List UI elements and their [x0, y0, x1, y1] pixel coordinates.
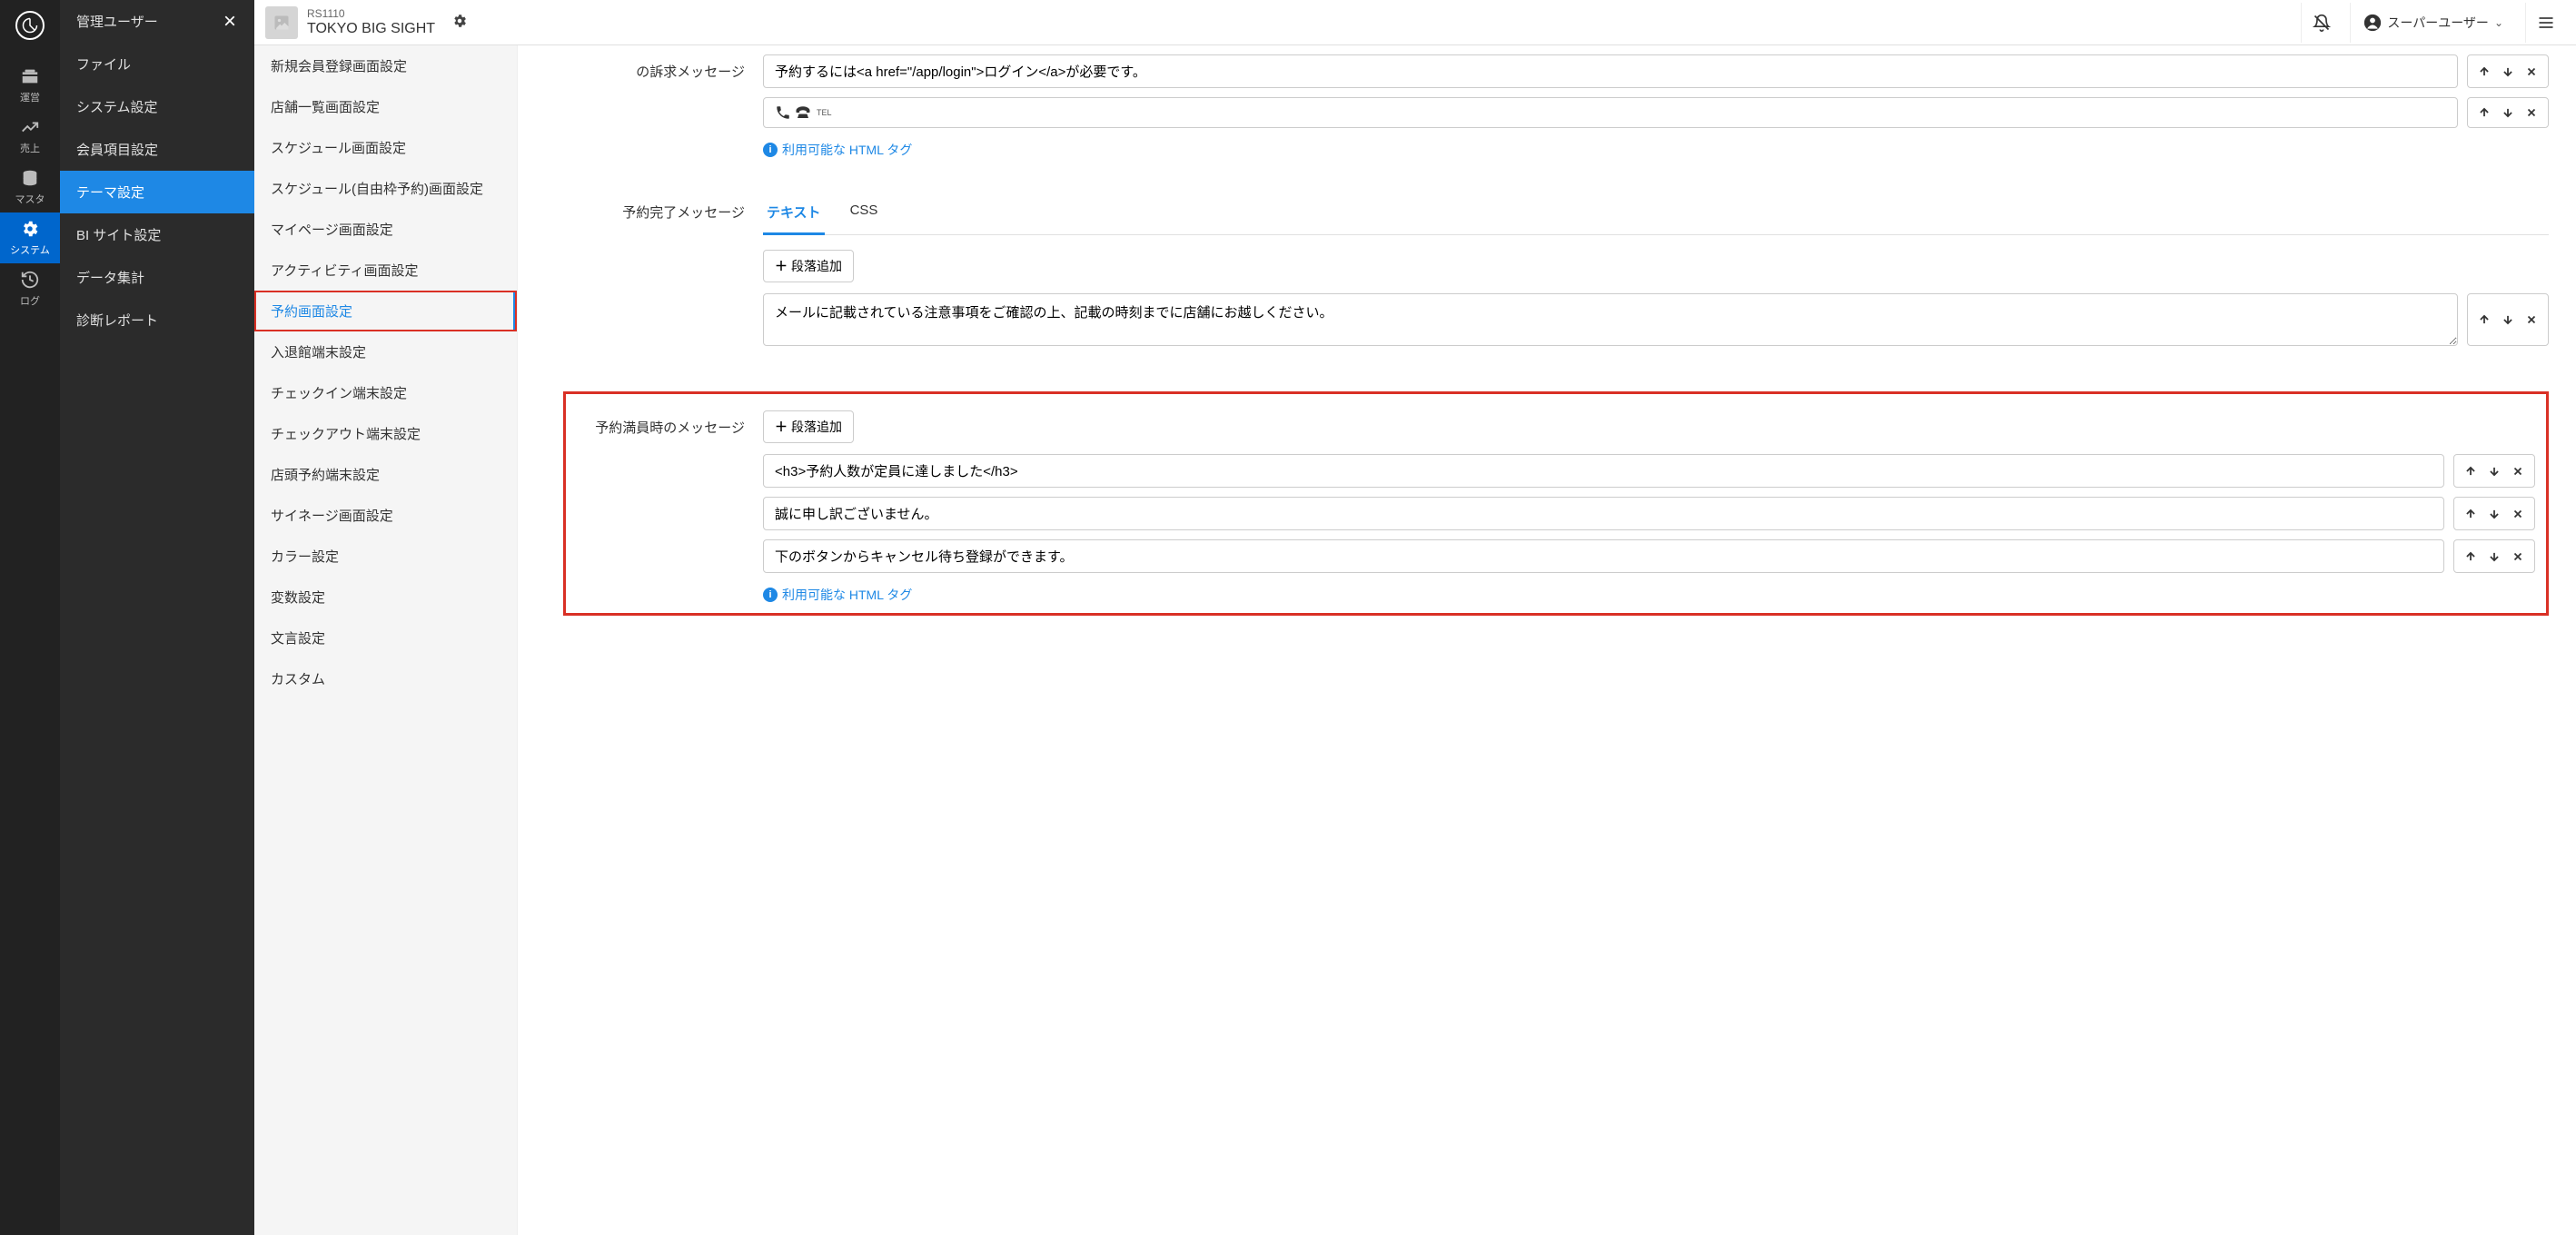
move-down-button[interactable] — [2497, 62, 2519, 82]
nav-master-label: マスタ — [15, 192, 45, 206]
main-content: の訴求メッセージ — [518, 0, 2576, 1235]
tertiary-sidebar: 新規会員登録画面設定 店舗一覧画面設定 スケジュール画面設定 スケジュール(自由… — [254, 0, 518, 1235]
info-icon: i — [763, 588, 778, 602]
sidebar-item-bi-site[interactable]: BI サイト設定 — [60, 213, 254, 256]
move-up-button[interactable] — [2460, 461, 2482, 481]
html-tags-help-link[interactable]: i 利用可能な HTML タグ — [763, 586, 912, 604]
add-paragraph-button[interactable]: ＋ 段落追加 — [763, 250, 854, 282]
hamburger-menu-icon[interactable] — [2525, 3, 2565, 43]
menu-entry-exit-terminal[interactable]: 入退館端末設定 — [254, 331, 517, 372]
nav-sales[interactable]: 売上 — [0, 111, 60, 162]
delete-button[interactable] — [2521, 62, 2542, 82]
notifications-off-icon[interactable] — [2301, 3, 2341, 43]
sidebar-item-data-aggregation[interactable]: データ集計 — [60, 256, 254, 299]
nav-log[interactable]: ログ — [0, 263, 60, 314]
reservation-full-label: 予約満員時のメッセージ — [577, 410, 745, 437]
plus-icon: ＋ — [775, 257, 788, 275]
move-down-button[interactable] — [2497, 310, 2519, 330]
menu-schedule[interactable]: スケジュール画面設定 — [254, 127, 517, 168]
row-controls — [2467, 97, 2549, 128]
sidebar-item-files[interactable]: ファイル — [60, 43, 254, 85]
tab-text[interactable]: テキスト — [763, 195, 825, 235]
add-paragraph-button[interactable]: ＋ 段落追加 — [763, 410, 854, 443]
site-name: TOKYO BIG SIGHT — [307, 20, 435, 37]
complete-message-input[interactable] — [763, 293, 2458, 346]
html-tags-help-link[interactable]: i 利用可能な HTML タグ — [763, 141, 912, 159]
app-logo[interactable] — [15, 11, 45, 40]
topbar: RS1110 TOKYO BIG SIGHT スーパーユーザー ⌄ — [254, 0, 2576, 45]
delete-button[interactable] — [2521, 310, 2542, 330]
full-message-input-3[interactable] — [763, 539, 2444, 573]
move-down-button[interactable] — [2483, 461, 2505, 481]
user-menu[interactable]: スーパーユーザー ⌄ — [2350, 3, 2516, 43]
row-controls — [2453, 539, 2535, 573]
menu-variables[interactable]: 変数設定 — [254, 577, 517, 618]
reservation-complete-label: 予約完了メッセージ — [563, 195, 745, 222]
move-up-button[interactable] — [2460, 504, 2482, 524]
nav-log-label: ログ — [20, 293, 40, 308]
tel-label: TEL — [817, 108, 832, 117]
site-code: RS1110 — [307, 7, 435, 20]
sidebar-item-theme-settings[interactable]: テーマ設定 — [60, 171, 254, 213]
menu-schedule-free-slot[interactable]: スケジュール(自由枠予約)画面設定 — [254, 168, 517, 209]
menu-mypage[interactable]: マイページ画面設定 — [254, 209, 517, 250]
move-down-button[interactable] — [2483, 504, 2505, 524]
menu-activity[interactable]: アクティビティ画面設定 — [254, 250, 517, 291]
chevron-down-icon: ⌄ — [2494, 16, 2503, 29]
nav-system-label: システム — [10, 242, 50, 257]
move-up-button[interactable] — [2473, 310, 2495, 330]
tabs: テキスト CSS — [763, 195, 2549, 235]
appeal-message-label: の訴求メッセージ — [563, 54, 745, 81]
menu-checkin-terminal[interactable]: チェックイン端末設定 — [254, 372, 517, 413]
move-down-button[interactable] — [2483, 547, 2505, 567]
menu-wording[interactable]: 文言設定 — [254, 618, 517, 658]
move-down-button[interactable] — [2497, 103, 2519, 123]
menu-store-reservation-terminal[interactable]: 店頭予約端末設定 — [254, 454, 517, 495]
tab-css[interactable]: CSS — [847, 195, 882, 235]
menu-new-member-registration[interactable]: 新規会員登録画面設定 — [254, 45, 517, 86]
plus-icon: ＋ — [775, 418, 788, 436]
delete-button[interactable] — [2521, 103, 2542, 123]
nav-operations-label: 運営 — [20, 90, 40, 104]
full-message-input-1[interactable] — [763, 454, 2444, 488]
phone-classic-icon — [795, 104, 811, 121]
nav-master[interactable]: マスタ — [0, 162, 60, 212]
menu-reservation-screen[interactable]: 予約画面設定 — [254, 291, 517, 331]
gear-icon[interactable] — [451, 13, 468, 32]
appeal-message-input-1[interactable] — [763, 54, 2458, 88]
tel-input-row[interactable]: TEL — [763, 97, 2458, 128]
row-controls — [2453, 497, 2535, 530]
move-up-button[interactable] — [2473, 103, 2495, 123]
title-block: RS1110 TOKYO BIG SIGHT — [307, 7, 435, 38]
info-icon: i — [763, 143, 778, 157]
delete-button[interactable] — [2507, 504, 2529, 524]
icon-sidebar: 運営 売上 マスタ システム ログ — [0, 0, 60, 1235]
nav-system[interactable]: システム — [0, 212, 60, 263]
nav-operations[interactable]: 運営 — [0, 60, 60, 111]
full-message-input-2[interactable] — [763, 497, 2444, 530]
delete-button[interactable] — [2507, 461, 2529, 481]
nav-sales-label: 売上 — [20, 141, 40, 155]
row-controls — [2453, 454, 2535, 488]
user-label: スーパーユーザー — [2387, 14, 2489, 32]
highlight-box: 予約満員時のメッセージ ＋ 段落追加 — [563, 391, 2549, 616]
delete-button[interactable] — [2507, 547, 2529, 567]
phone-handset-icon — [775, 104, 791, 121]
thumbnail-placeholder — [265, 6, 298, 39]
secondary-sidebar: 管理ユーザー ファイル システム設定 会員項目設定 テーマ設定 BI サイト設定… — [60, 0, 254, 1235]
menu-custom[interactable]: カスタム — [254, 658, 517, 699]
move-up-button[interactable] — [2460, 547, 2482, 567]
close-sidebar-icon[interactable]: × — [223, 9, 236, 35]
sidebar-item-diagnostic-report[interactable]: 診断レポート — [60, 299, 254, 341]
menu-color-settings[interactable]: カラー設定 — [254, 536, 517, 577]
menu-signage[interactable]: サイネージ画面設定 — [254, 495, 517, 536]
menu-checkout-terminal[interactable]: チェックアウト端末設定 — [254, 413, 517, 454]
sidebar-item-member-fields[interactable]: 会員項目設定 — [60, 128, 254, 171]
move-up-button[interactable] — [2473, 62, 2495, 82]
row-controls — [2467, 54, 2549, 88]
sidebar-item-system-settings[interactable]: システム設定 — [60, 85, 254, 128]
row-controls — [2467, 293, 2549, 346]
menu-store-list[interactable]: 店舗一覧画面設定 — [254, 86, 517, 127]
